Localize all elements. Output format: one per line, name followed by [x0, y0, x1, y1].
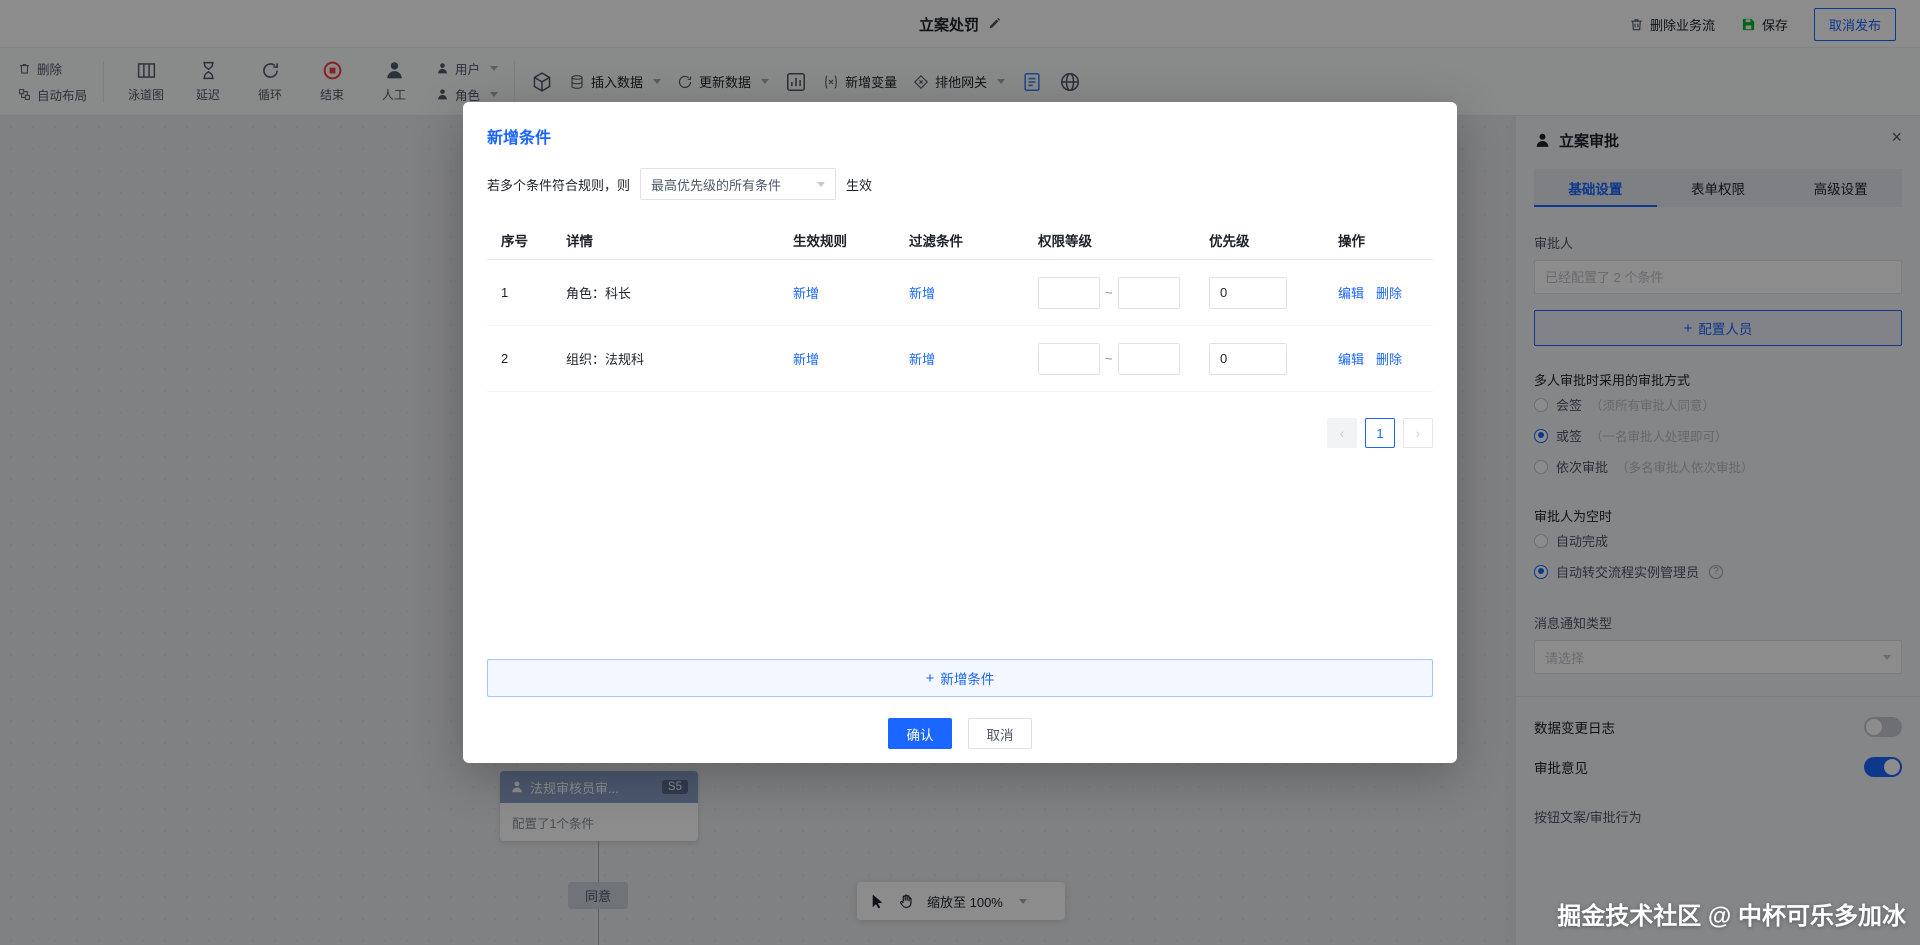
col-effect-rule: 生效规则	[779, 230, 895, 250]
conditions-table: 序号 详情 生效规则 过滤条件 权限等级 优先级 操作 1 角色：科长 新增 新…	[487, 220, 1433, 392]
tilde-separator: ~	[1105, 285, 1113, 300]
edit-link[interactable]: 编辑	[1338, 349, 1364, 368]
add-condition-label: 新增条件	[940, 668, 994, 688]
rule-select[interactable]: 最高优先级的所有条件	[640, 168, 836, 200]
table-header-row: 序号 详情 生效规则 过滤条件 权限等级 优先级 操作	[487, 220, 1433, 260]
confirm-button[interactable]: 确认	[888, 718, 952, 749]
pagination: ‹ 1 ›	[487, 418, 1433, 448]
plus-icon: +	[926, 671, 935, 686]
delete-link[interactable]: 删除	[1376, 349, 1402, 368]
col-index: 序号	[487, 230, 552, 250]
effect-rule-add-link[interactable]: 新增	[793, 283, 819, 302]
filter-add-link[interactable]: 新增	[909, 283, 935, 302]
level-max-input[interactable]	[1118, 343, 1180, 375]
add-condition-modal: 新增条件 若多个条件符合规则，则 最高优先级的所有条件 生效 序号 详情 生效规…	[463, 102, 1457, 763]
table-row: 2 组织：法规科 新增 新增 ~ 编辑 删除	[487, 326, 1433, 392]
row-detail: 组织：法规科	[552, 349, 779, 368]
row-index: 2	[487, 351, 552, 366]
row-detail: 角色：科长	[552, 283, 779, 302]
level-max-input[interactable]	[1118, 277, 1180, 309]
col-detail: 详情	[552, 230, 779, 250]
level-min-input[interactable]	[1038, 343, 1100, 375]
pager-prev-button[interactable]: ‹	[1327, 418, 1357, 448]
rule-prefix: 若多个条件符合规则，则	[487, 175, 630, 194]
modal-title: 新增条件	[487, 124, 1433, 148]
app-root: 立案处罚 删除业务流 保存 取消发布 删除 自动布局	[0, 0, 1920, 945]
priority-input[interactable]	[1209, 343, 1287, 375]
col-priority: 优先级	[1195, 230, 1324, 250]
table-row: 1 角色：科长 新增 新增 ~ 编辑 删除	[487, 260, 1433, 326]
filter-add-link[interactable]: 新增	[909, 349, 935, 368]
level-min-input[interactable]	[1038, 277, 1100, 309]
watermark: 掘金技术社区 @ 中杯可乐多加冰	[1557, 896, 1906, 931]
tilde-separator: ~	[1105, 351, 1113, 366]
priority-input[interactable]	[1209, 277, 1287, 309]
cancel-button[interactable]: 取消	[968, 718, 1032, 749]
rule-row: 若多个条件符合规则，则 最高优先级的所有条件 生效	[487, 168, 1433, 200]
row-index: 1	[487, 285, 552, 300]
add-condition-button[interactable]: + 新增条件	[487, 659, 1433, 697]
edit-link[interactable]: 编辑	[1338, 283, 1364, 302]
rule-select-value: 最高优先级的所有条件	[651, 175, 781, 194]
delete-link[interactable]: 删除	[1376, 283, 1402, 302]
effect-rule-add-link[interactable]: 新增	[793, 349, 819, 368]
col-actions: 操作	[1324, 230, 1433, 250]
col-level: 权限等级	[1024, 230, 1195, 250]
rule-suffix: 生效	[846, 175, 872, 194]
chevron-down-icon	[817, 182, 825, 187]
pager-page-button[interactable]: 1	[1365, 418, 1395, 448]
pager-next-button[interactable]: ›	[1403, 418, 1433, 448]
modal-footer: 确认 取消	[463, 718, 1457, 749]
col-filter: 过滤条件	[895, 230, 1024, 250]
